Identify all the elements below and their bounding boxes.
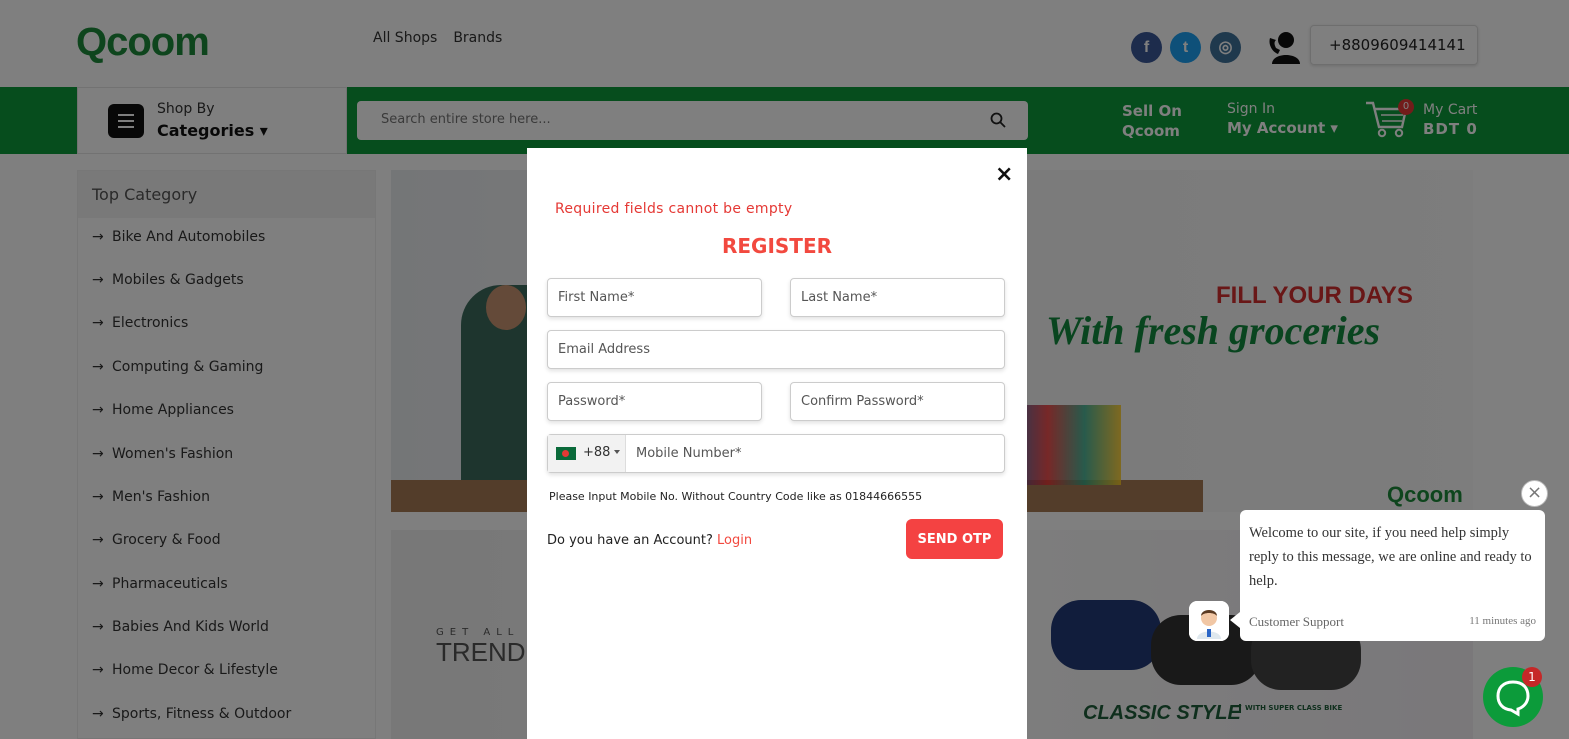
chat-message-bubble[interactable]: Welcome to our site, if you need help si… (1240, 510, 1545, 641)
chat-unread-badge: 1 (1522, 667, 1542, 687)
chat-message: Welcome to our site, if you need help si… (1249, 525, 1532, 589)
have-account-label: Do you have an Account? (547, 533, 713, 548)
country-code: +88 (583, 445, 611, 460)
password-input[interactable] (548, 383, 761, 420)
register-modal: × Required fields cannot be empty REGIST… (527, 148, 1027, 739)
chat-agent-name: Customer Support (1249, 614, 1344, 629)
mobile-hint: Please Input Mobile No. Without Country … (549, 490, 923, 503)
last-name-field (790, 278, 1005, 317)
error-message: Required fields cannot be empty (555, 201, 793, 217)
first-name-field (547, 278, 762, 317)
caret-down-icon (614, 450, 620, 454)
country-code-select[interactable]: +88 (548, 435, 626, 472)
confirm-password-field (790, 382, 1005, 421)
chat-close-icon[interactable]: × (1521, 480, 1548, 507)
chat-timestamp: 11 minutes ago (1469, 615, 1536, 627)
send-otp-button[interactable]: SEND OTP (906, 519, 1003, 559)
login-link[interactable]: Login (717, 533, 752, 548)
email-field (547, 330, 1005, 369)
mobile-input[interactable] (626, 435, 1004, 472)
have-account-text: Do you have an Account? Login (547, 533, 752, 548)
modal-title: REGISTER (721, 234, 833, 258)
mobile-field: +88 (547, 434, 1005, 473)
close-icon[interactable]: × (995, 162, 1013, 187)
bangladesh-flag-icon (556, 447, 576, 460)
agent-avatar (1189, 601, 1229, 641)
email-input[interactable] (548, 331, 1004, 368)
last-name-input[interactable] (791, 279, 1004, 316)
first-name-input[interactable] (548, 279, 761, 316)
confirm-password-input[interactable] (791, 383, 1004, 420)
password-field (547, 382, 762, 421)
chat-bubble-tail (1230, 612, 1240, 628)
